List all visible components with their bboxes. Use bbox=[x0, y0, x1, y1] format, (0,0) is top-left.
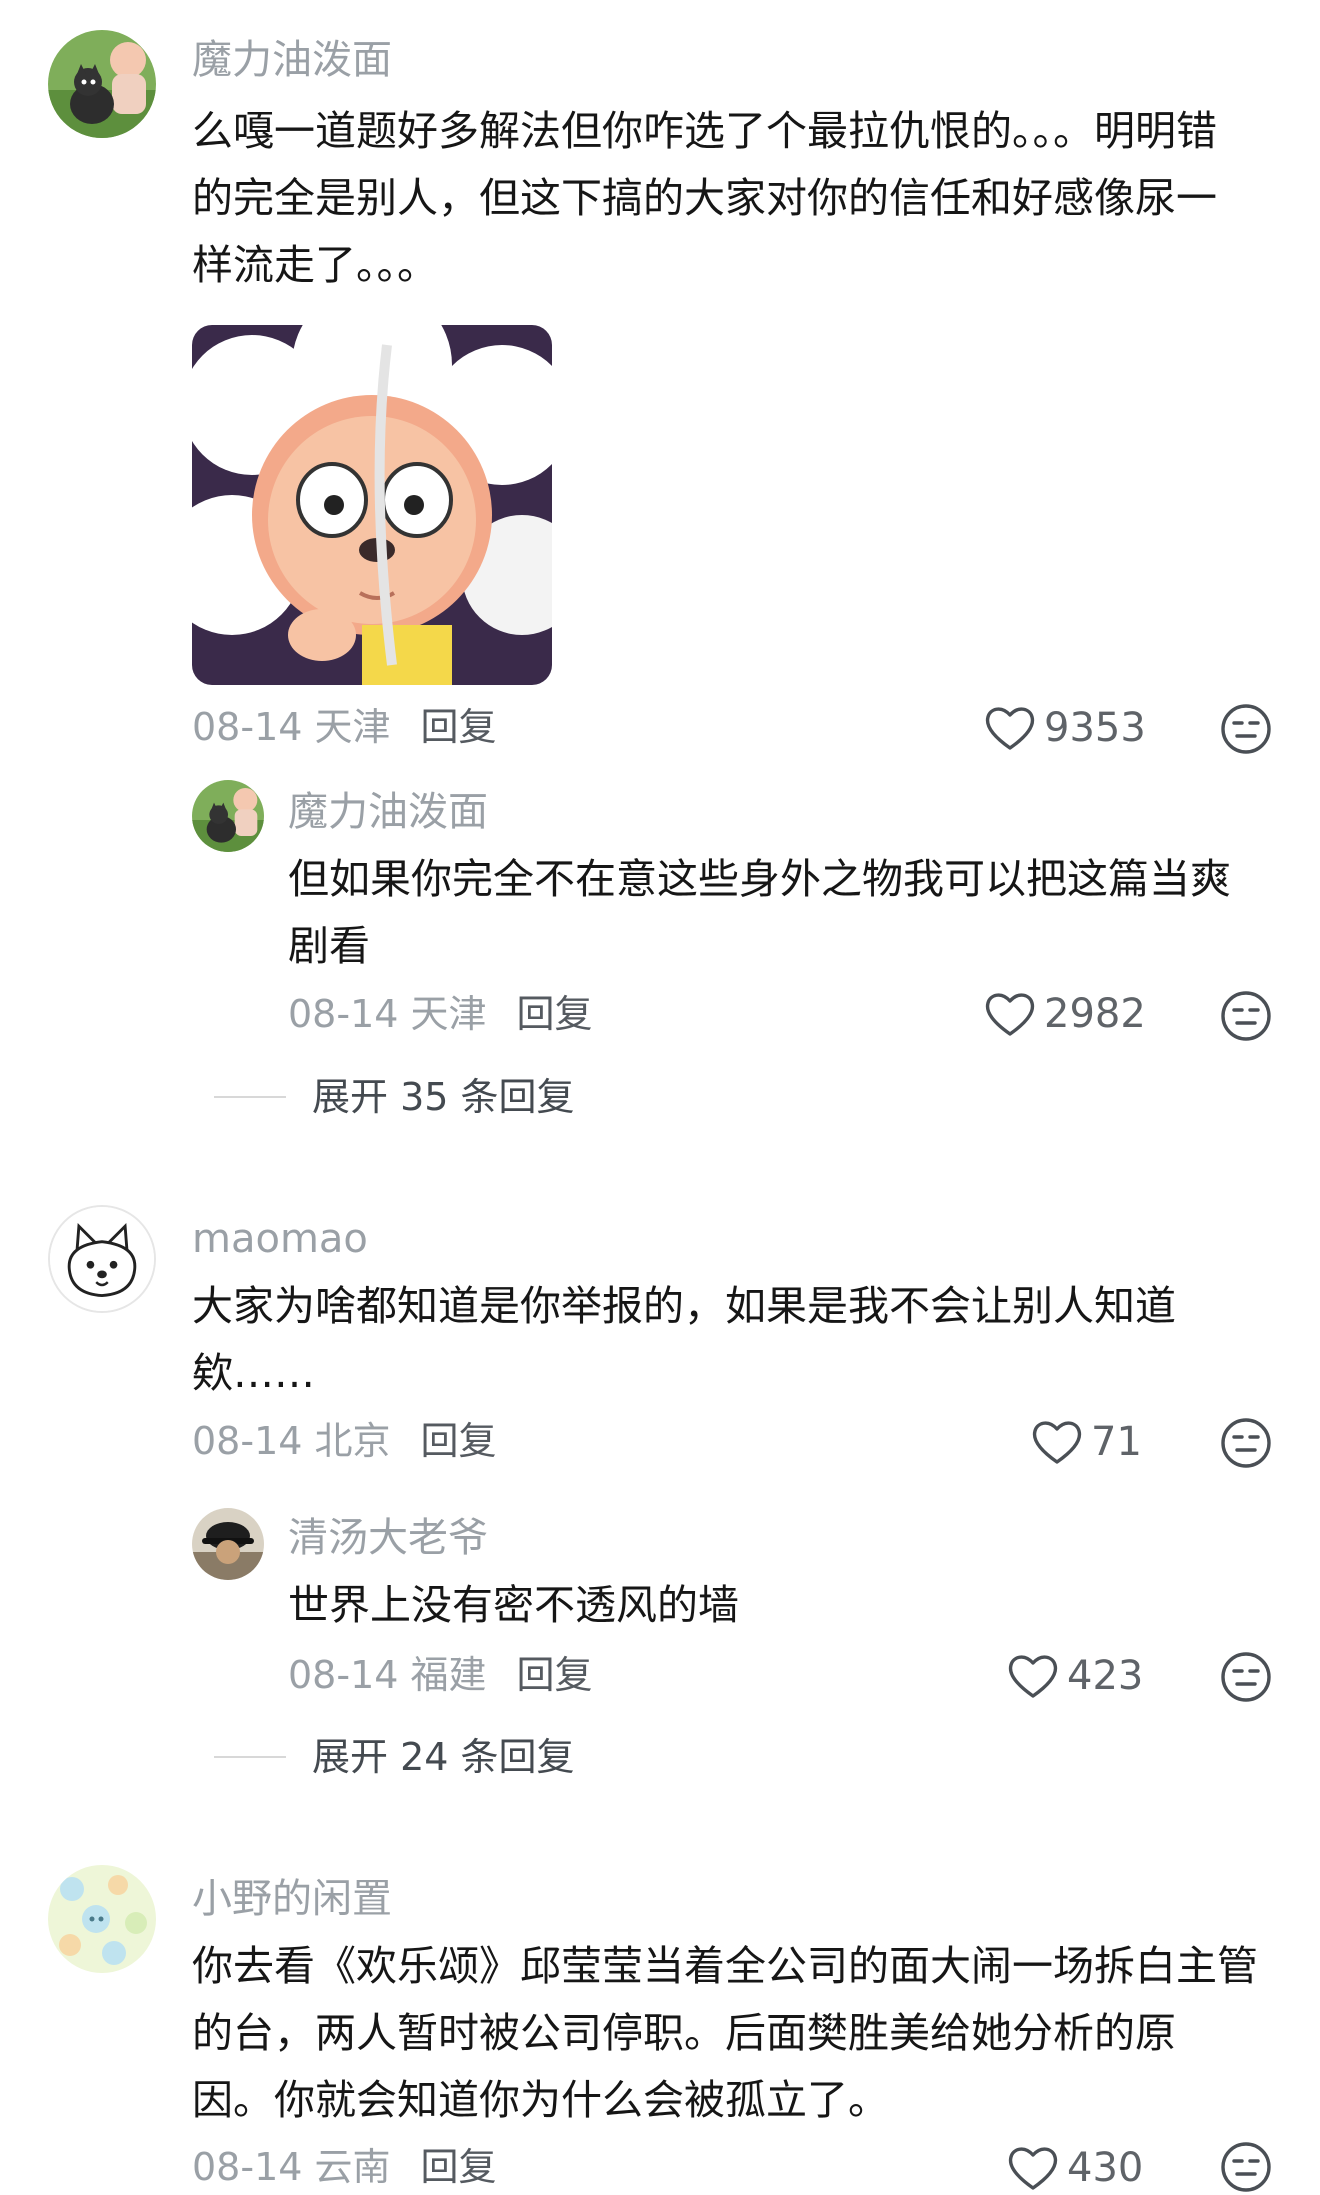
comment-date-location: 08-14 北京 bbox=[192, 1419, 391, 1463]
comment-meta: 08-14 天津 回复 bbox=[192, 708, 497, 746]
comment-line: 因。你就会知道你为什么会被孤立了。 bbox=[192, 2076, 889, 2124]
reply-button[interactable]: 回复 bbox=[517, 992, 593, 1036]
comment-line: 欸…… bbox=[192, 1349, 315, 1397]
reply-text: 世界上没有密不透风的墙 bbox=[288, 1572, 1268, 1639]
reply-line: 世界上没有密不透风的墙 bbox=[288, 1581, 739, 1629]
reply-meta: 08-14 天津 回复 bbox=[288, 995, 593, 1033]
comment-text: 么嘎一道题好多解法但你咋选了个最拉仇恨的。。。明明错 的完全是别人，但这下搞的大… bbox=[192, 98, 1272, 299]
comment-meta: 08-14 北京 回复 bbox=[192, 1422, 497, 1460]
heart-icon bbox=[1007, 2144, 1059, 2192]
like-button[interactable]: 71 bbox=[1031, 1418, 1142, 1466]
reply-username[interactable]: 清汤大老爷 bbox=[288, 1518, 488, 1558]
pastel-pattern-avatar[interactable] bbox=[48, 1865, 156, 1973]
like-button[interactable]: 2982 bbox=[984, 990, 1146, 1038]
like-count: 71 bbox=[1091, 1419, 1142, 1465]
comment-text: 你去看《欢乐颂》邱莹莹当着全公司的面大闹一场拆白主管 的台，两人暂时被公司停职。… bbox=[192, 1933, 1292, 2134]
comment-list: 魔力油泼面 么嘎一道题好多解法但你咋选了个最拉仇恨的。。。明明错 的完全是别人，… bbox=[0, 0, 1320, 2195]
sheep-face-sticker[interactable] bbox=[192, 325, 552, 685]
reply-line: 剧看 bbox=[288, 922, 370, 970]
cap-photo-avatar[interactable] bbox=[192, 1508, 264, 1580]
comment-username[interactable]: maomao bbox=[192, 1219, 368, 1259]
cartoon-cat-avatar[interactable] bbox=[48, 30, 156, 138]
like-button[interactable]: 430 bbox=[1007, 2144, 1143, 2192]
heart-icon bbox=[984, 990, 1036, 1038]
reply-button[interactable]: 回复 bbox=[421, 705, 497, 749]
comment-line: 的完全是别人，但这下搞的大家对你的信任和好感像尿一 bbox=[192, 174, 1217, 222]
like-count: 2982 bbox=[1044, 991, 1146, 1037]
expand-replies-button[interactable]: 展开 35 条回复 bbox=[214, 1078, 575, 1116]
comment-date-location: 08-14 天津 bbox=[192, 705, 391, 749]
dislike-face-icon[interactable] bbox=[1219, 1650, 1273, 1704]
reply-button[interactable]: 回复 bbox=[421, 1419, 497, 1463]
white-dog-avatar[interactable] bbox=[48, 1205, 156, 1313]
like-count: 9353 bbox=[1044, 705, 1146, 751]
comment-line: 样流走了。。。 bbox=[192, 241, 438, 289]
like-button[interactable]: 9353 bbox=[984, 704, 1146, 752]
like-count: 430 bbox=[1067, 2145, 1144, 2191]
comment-username[interactable]: 小野的闲置 bbox=[192, 1879, 392, 1919]
comment-username[interactable]: 魔力油泼面 bbox=[192, 40, 392, 80]
dislike-face-icon[interactable] bbox=[1219, 989, 1273, 1043]
comment-line: 你去看《欢乐颂》邱莹莹当着全公司的面大闹一场拆白主管 bbox=[192, 1942, 1258, 1990]
reply-date-location: 08-14 天津 bbox=[288, 992, 487, 1036]
comment-text: 大家为啥都知道是你举报的，如果是我不会让别人知道 欸…… bbox=[192, 1273, 1272, 1407]
divider bbox=[214, 1096, 286, 1098]
heart-icon bbox=[984, 704, 1036, 752]
dislike-face-icon[interactable] bbox=[1219, 1416, 1273, 1470]
like-count: 423 bbox=[1067, 1653, 1144, 1699]
dislike-face-icon[interactable] bbox=[1219, 2140, 1273, 2194]
reply-button[interactable]: 回复 bbox=[517, 1653, 593, 1697]
comment-date-location: 08-14 云南 bbox=[192, 2145, 391, 2189]
like-button[interactable]: 423 bbox=[1007, 1652, 1143, 1700]
comment-line: 么嘎一道题好多解法但你咋选了个最拉仇恨的。。。明明错 bbox=[192, 107, 1217, 155]
comment-line: 大家为啥都知道是你举报的，如果是我不会让别人知道 bbox=[192, 1282, 1176, 1330]
heart-icon bbox=[1031, 1418, 1083, 1466]
divider bbox=[214, 1756, 286, 1758]
reply-line: 但如果你完全不在意这些身外之物我可以把这篇当爽 bbox=[288, 855, 1231, 903]
dislike-face-icon[interactable] bbox=[1219, 702, 1273, 756]
comment-line: 的台，两人暂时被公司停职。后面樊胜美给她分析的原 bbox=[192, 2009, 1176, 2057]
comment-meta: 08-14 云南 回复 bbox=[192, 2148, 497, 2186]
reply-button[interactable]: 回复 bbox=[421, 2145, 497, 2189]
reply-text: 但如果你完全不在意这些身外之物我可以把这篇当爽 剧看 bbox=[288, 846, 1268, 980]
cartoon-cat-avatar[interactable] bbox=[192, 780, 264, 852]
reply-username[interactable]: 魔力油泼面 bbox=[288, 792, 488, 832]
expand-replies-label: 展开 35 条回复 bbox=[312, 1075, 575, 1119]
expand-replies-label: 展开 24 条回复 bbox=[312, 1735, 575, 1779]
reply-meta: 08-14 福建 回复 bbox=[288, 1656, 593, 1694]
expand-replies-button[interactable]: 展开 24 条回复 bbox=[214, 1738, 575, 1776]
heart-icon bbox=[1007, 1652, 1059, 1700]
reply-date-location: 08-14 福建 bbox=[288, 1653, 487, 1697]
